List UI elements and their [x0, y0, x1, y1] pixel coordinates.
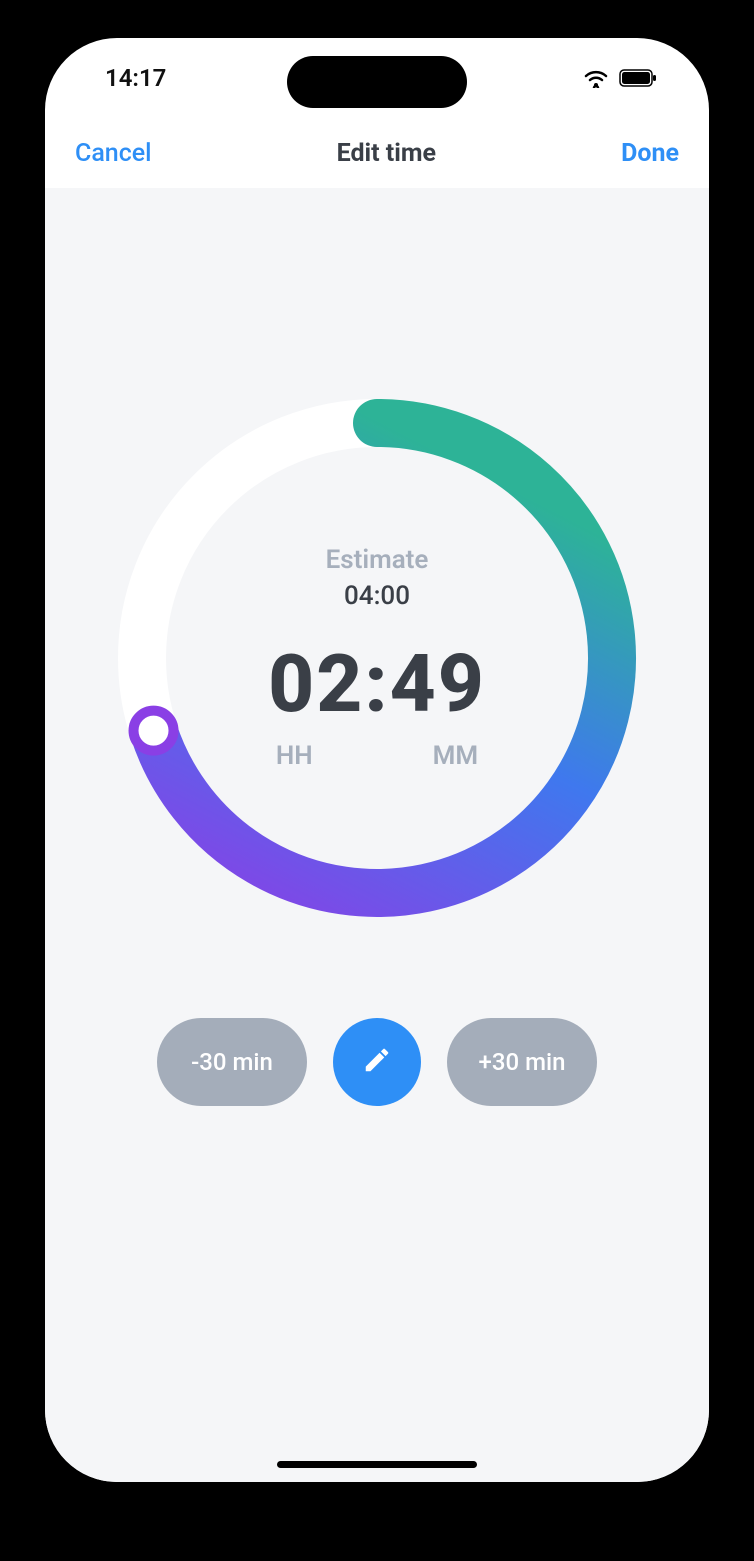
wifi-icon [583, 68, 609, 88]
content-area: Estimate 04:00 02:49 HH MM -30 min +30 m… [45, 188, 709, 1482]
phone-screen: 14:17 Cancel Edit time Done [45, 38, 709, 1482]
phone-frame: 14:17 Cancel Edit time Done [27, 20, 727, 1500]
minus-30-button[interactable]: -30 min [157, 1018, 307, 1106]
dynamic-island [287, 56, 467, 108]
edit-button[interactable] [333, 1018, 421, 1106]
cancel-button[interactable]: Cancel [75, 139, 152, 168]
status-time: 14:17 [105, 64, 166, 92]
time-dial[interactable]: Estimate 04:00 02:49 HH MM [107, 388, 647, 928]
estimate-label: Estimate [326, 545, 429, 575]
minutes-unit-label: MM [433, 741, 479, 771]
status-right [583, 68, 659, 88]
page-title: Edit time [337, 139, 436, 168]
adjust-button-row: -30 min +30 min [157, 1018, 597, 1106]
estimate-value: 04:00 [344, 581, 410, 611]
time-value[interactable]: 02:49 [268, 637, 486, 731]
plus-30-button[interactable]: +30 min [447, 1018, 597, 1106]
pencil-icon [362, 1045, 392, 1079]
battery-icon [619, 68, 659, 88]
done-button[interactable]: Done [621, 139, 679, 168]
hours-unit-label: HH [276, 741, 313, 771]
dial-center: Estimate 04:00 02:49 HH MM [107, 388, 647, 928]
home-indicator[interactable] [277, 1461, 477, 1468]
unit-row: HH MM [276, 741, 478, 771]
nav-bar: Cancel Edit time Done [45, 118, 709, 188]
